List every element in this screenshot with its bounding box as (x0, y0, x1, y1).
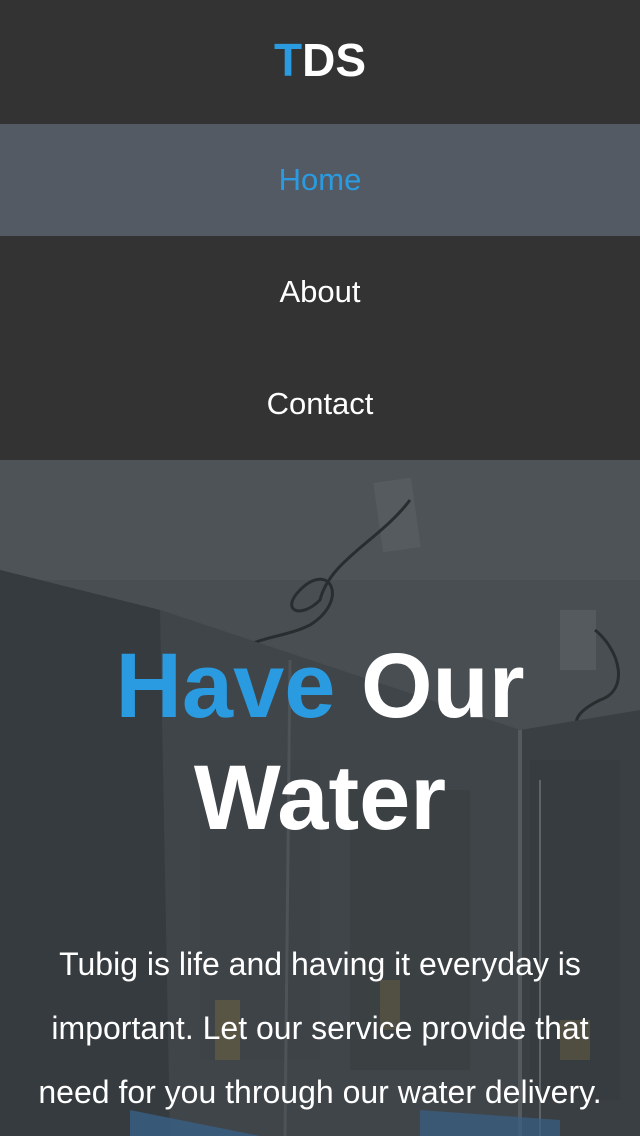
main-nav: Home About Contact (0, 124, 640, 460)
logo-rest: DS (302, 34, 366, 86)
logo[interactable]: TDS (274, 37, 366, 83)
hero-title-accent: Have (115, 635, 336, 737)
page: TDS Home About Contact Have Our Water Tu… (0, 0, 640, 1136)
hero-title: Have Our Water (0, 630, 640, 854)
hero-content: Have Our Water Tubig is life and having … (0, 460, 640, 1124)
site-header: TDS (0, 0, 640, 124)
logo-accent-letter: T (273, 34, 303, 86)
nav-item-about[interactable]: About (0, 236, 640, 348)
nav-item-contact[interactable]: Contact (0, 348, 640, 460)
hero-description: Tubig is life and having it everyday is … (38, 946, 602, 1110)
hero-section: Have Our Water Tubig is life and having … (0, 460, 640, 1136)
nav-item-home[interactable]: Home (0, 124, 640, 236)
